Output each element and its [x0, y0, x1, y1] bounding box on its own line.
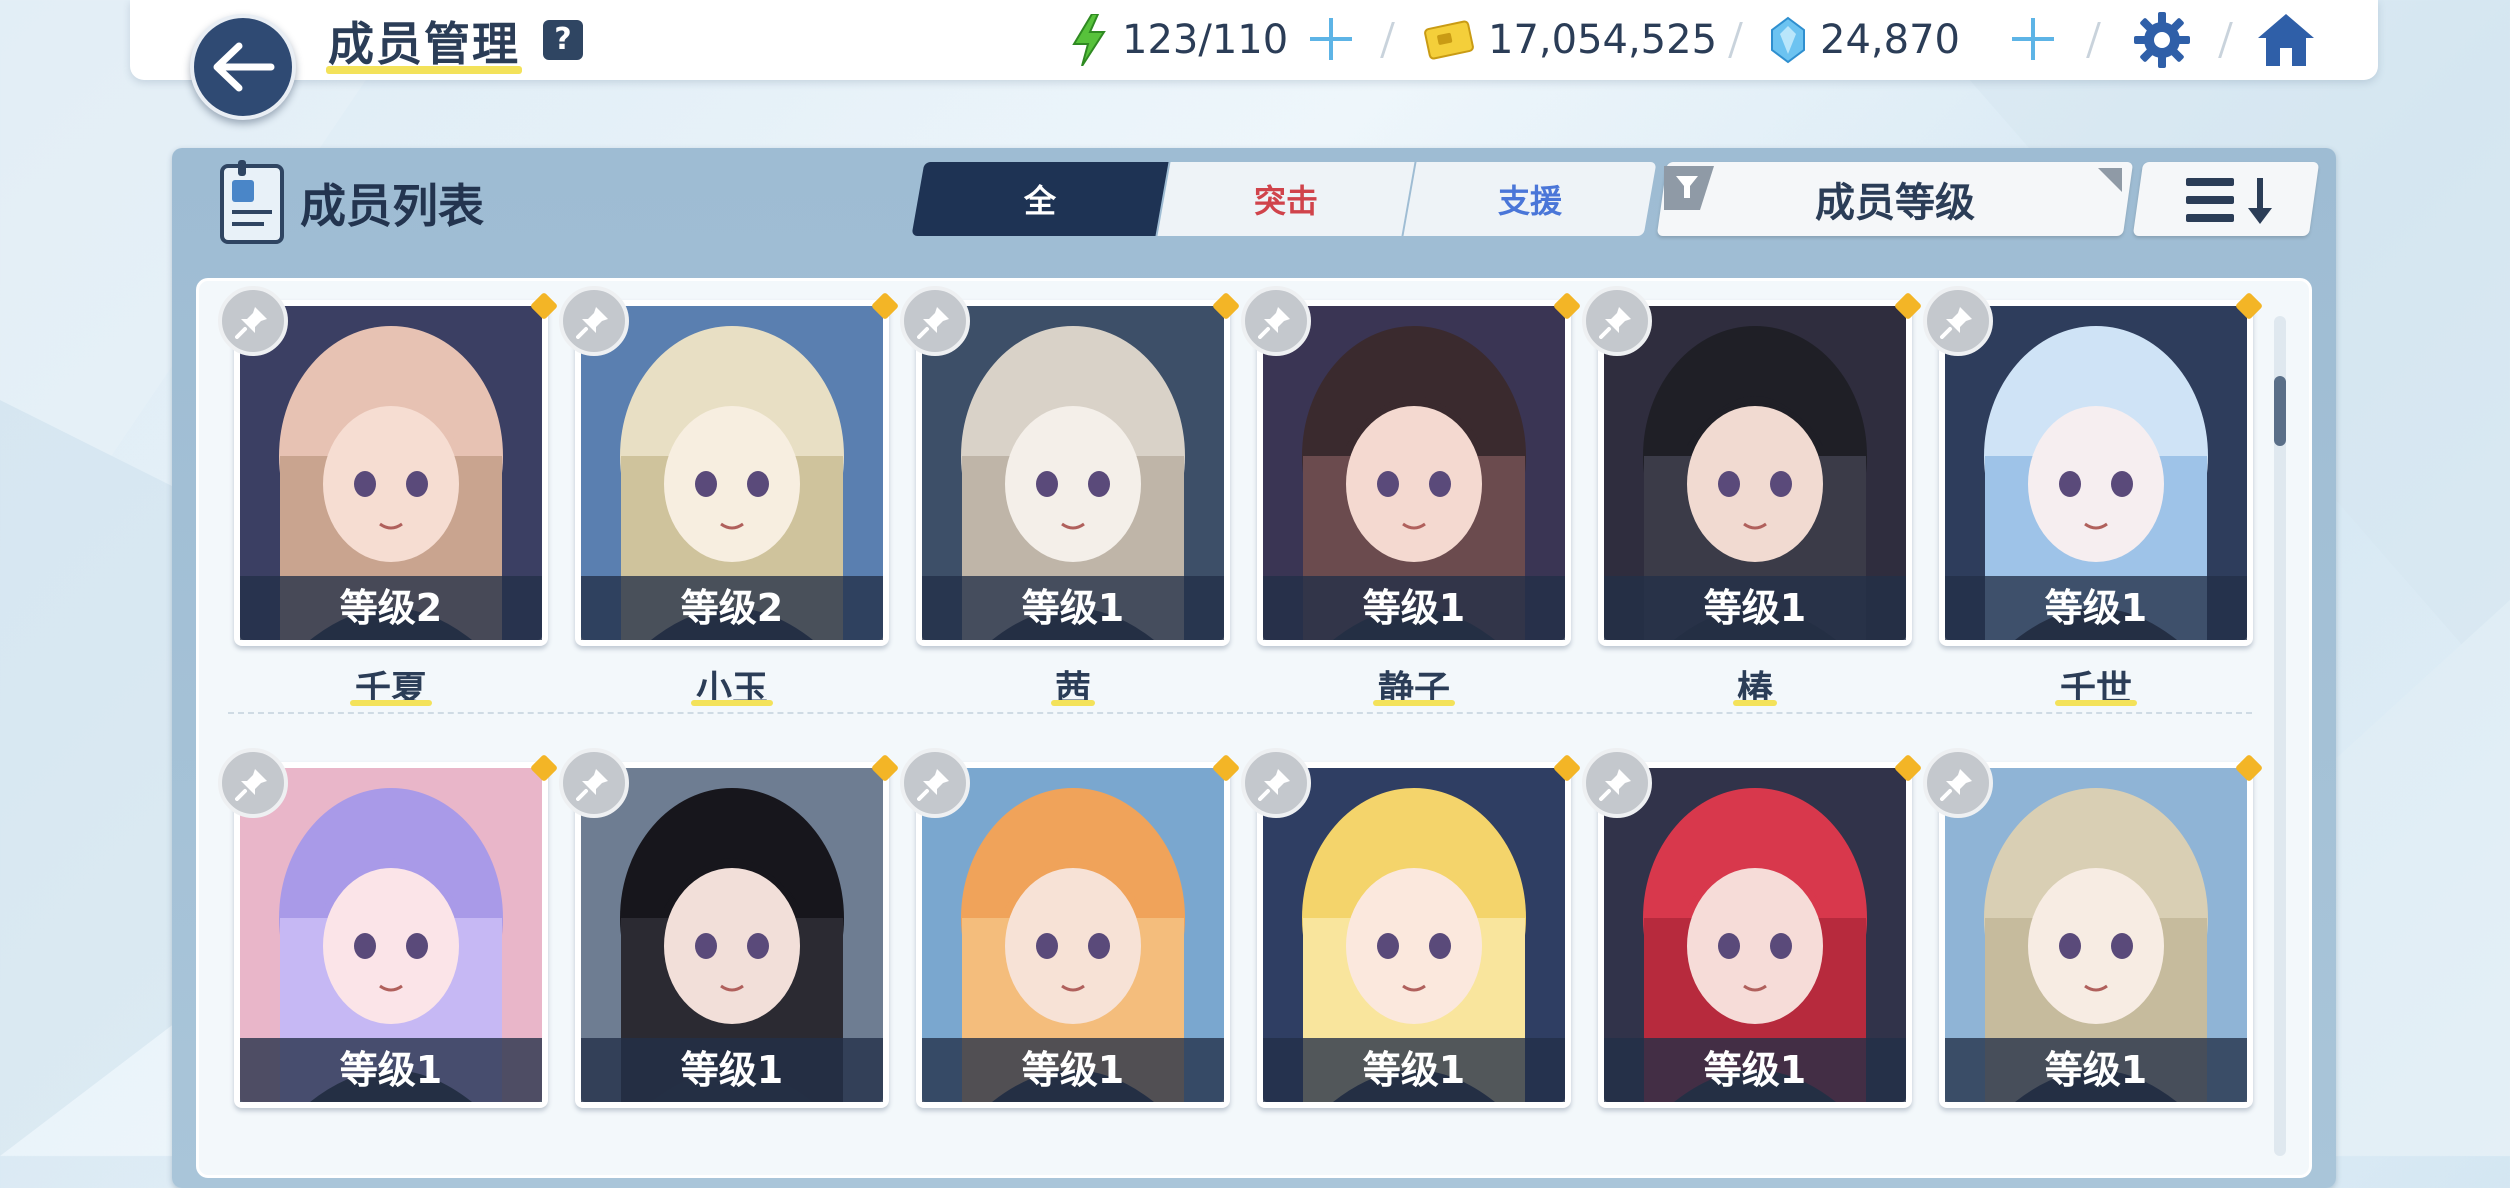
- member-card[interactable]: 等级1: [916, 762, 1230, 1108]
- pin-button[interactable]: [218, 748, 288, 818]
- pin-icon: [1940, 307, 1972, 339]
- member-level: 等级1: [922, 1038, 1224, 1102]
- member-level: 等级1: [1263, 1038, 1565, 1102]
- member-level: 等级1: [922, 576, 1224, 640]
- member-card[interactable]: 等级2: [234, 300, 548, 646]
- member-level: 等级1: [240, 1038, 542, 1102]
- tab-striker-label: 突击: [1253, 182, 1318, 220]
- lightning-icon: [1072, 14, 1106, 66]
- name-underline: [350, 700, 432, 706]
- pin-button[interactable]: [559, 286, 629, 356]
- pin-icon: [1258, 769, 1290, 801]
- member-card[interactable]: 等级1: [1257, 762, 1571, 1108]
- energy-value: 123/110: [1122, 17, 1289, 63]
- add-gems-button[interactable]: [2008, 14, 2058, 64]
- title-underline: [326, 66, 522, 74]
- pin-button[interactable]: [900, 748, 970, 818]
- sort-order-icon: [2186, 178, 2272, 224]
- member-card[interactable]: 等级1: [1598, 762, 1912, 1108]
- credits-value: 17,054,525: [1488, 17, 1718, 63]
- add-energy-button[interactable]: [1306, 14, 1356, 64]
- name-underline: [691, 700, 773, 706]
- tab-special[interactable]: 支援: [1403, 162, 1657, 236]
- filter-icon: [1664, 166, 1714, 210]
- pin-icon: [235, 769, 267, 801]
- member-level: 等级1: [1604, 576, 1906, 640]
- pin-button[interactable]: [1241, 748, 1311, 818]
- tab-special-label: 支援: [1497, 182, 1562, 220]
- name-underline: [1051, 700, 1095, 706]
- member-level: 等级1: [1945, 576, 2247, 640]
- home-icon[interactable]: [2254, 8, 2318, 72]
- member-level: 等级2: [240, 576, 542, 640]
- member-card[interactable]: 等级1: [234, 762, 548, 1108]
- member-level: 等级1: [1604, 1038, 1906, 1102]
- back-button[interactable]: [190, 14, 296, 120]
- credits-counter: 17,054,525: [1424, 12, 1717, 68]
- tab-all[interactable]: 全: [911, 162, 1169, 236]
- name-underline: [1733, 700, 1777, 706]
- page-title: 成员管理: [328, 17, 520, 71]
- pin-icon: [917, 769, 949, 801]
- credit-card-icon: [1424, 20, 1474, 60]
- pin-button[interactable]: [1241, 286, 1311, 356]
- pin-button[interactable]: [1582, 748, 1652, 818]
- member-level: 等级2: [581, 576, 883, 640]
- member-card[interactable]: 等级1: [916, 300, 1230, 646]
- member-card[interactable]: 等级1: [1939, 300, 2253, 646]
- pin-button[interactable]: [218, 286, 288, 356]
- pin-button[interactable]: [1923, 748, 1993, 818]
- arrow-left-icon: [213, 42, 275, 92]
- tab-striker[interactable]: 突击: [1157, 162, 1415, 236]
- gem-icon: [1771, 16, 1805, 64]
- gems-value: 24,870: [1820, 17, 1960, 63]
- member-level: 等级1: [1945, 1038, 2247, 1102]
- gear-icon[interactable]: [2130, 8, 2194, 72]
- name-underline: [1373, 700, 1455, 706]
- corner-triangle-icon: [2098, 168, 2122, 192]
- member-level: 等级1: [1263, 576, 1565, 640]
- member-card[interactable]: 等级1: [1257, 300, 1571, 646]
- energy-counter: 123/110: [1070, 12, 1288, 68]
- pin-button[interactable]: [1582, 286, 1652, 356]
- pin-icon: [917, 307, 949, 339]
- pin-icon: [576, 307, 608, 339]
- panel-title: 成员列表: [300, 179, 484, 233]
- member-card[interactable]: 等级2: [575, 300, 889, 646]
- member-level: 等级1: [581, 1038, 883, 1102]
- member-card[interactable]: 等级1: [1939, 762, 2253, 1108]
- pin-icon: [1258, 307, 1290, 339]
- filter-button[interactable]: [1656, 162, 2134, 236]
- help-button[interactable]: ?: [543, 20, 583, 60]
- member-list-icon: [220, 160, 284, 244]
- pin-button[interactable]: [559, 748, 629, 818]
- pin-button[interactable]: [1923, 286, 1993, 356]
- name-underline: [2055, 700, 2137, 706]
- tab-all-label: 全: [1023, 182, 1056, 220]
- member-card[interactable]: 等级1: [1598, 300, 1912, 646]
- pin-icon: [576, 769, 608, 801]
- member-card[interactable]: 等级1: [575, 762, 889, 1108]
- scrollbar-thumb[interactable]: [2274, 376, 2286, 446]
- pin-icon: [1599, 307, 1631, 339]
- pin-icon: [1940, 769, 1972, 801]
- gems-counter: 24,870: [1770, 12, 1960, 68]
- pin-icon: [235, 307, 267, 339]
- pin-icon: [1599, 769, 1631, 801]
- row-divider: [228, 712, 2252, 714]
- pin-button[interactable]: [900, 286, 970, 356]
